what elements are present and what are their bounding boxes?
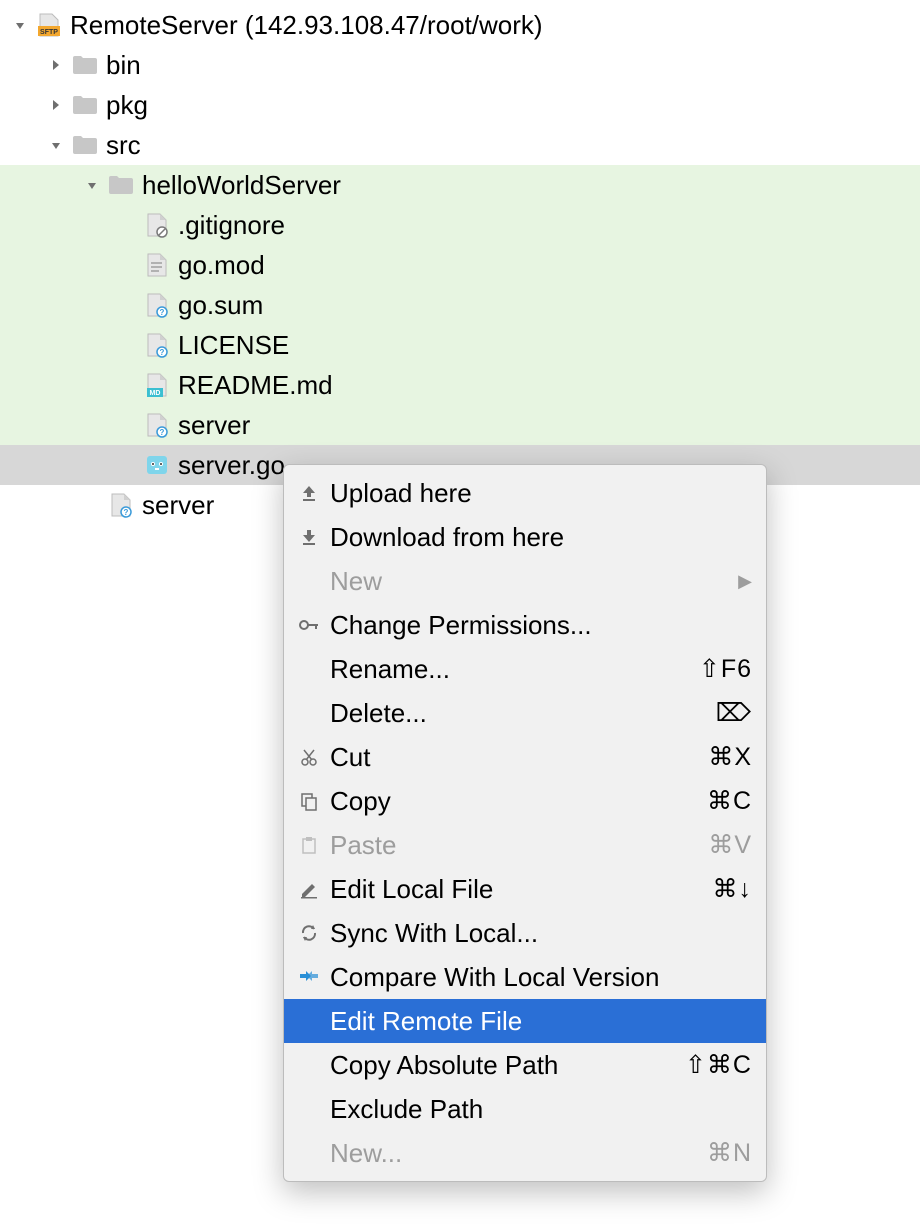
copy-icon xyxy=(294,791,324,811)
root-label: RemoteServer (142.93.108.47/root/work) xyxy=(70,10,543,41)
sync-icon xyxy=(294,923,324,943)
file-go-icon xyxy=(144,452,170,478)
menu-new: New ▶ xyxy=(284,559,766,603)
chevron-down-icon[interactable] xyxy=(10,15,30,35)
compare-icon xyxy=(294,967,324,987)
tree-item-readme[interactable]: README.md xyxy=(0,365,920,405)
edit-icon xyxy=(294,879,324,899)
tree-item-server-bin[interactable]: server xyxy=(0,405,920,445)
menu-edit-local-file[interactable]: Edit Local File ⌘↓ xyxy=(284,867,766,911)
folder-icon xyxy=(108,172,134,198)
shortcut: ⌘V xyxy=(708,830,752,860)
folder-icon xyxy=(72,132,98,158)
context-menu: Upload here Download from here New ▶ Cha… xyxy=(283,464,767,1182)
menu-cut[interactable]: Cut ⌘X xyxy=(284,735,766,779)
tree-item-bin[interactable]: bin xyxy=(0,45,920,85)
key-icon xyxy=(294,615,324,635)
shortcut: ⌦ xyxy=(716,698,752,728)
file-text-icon xyxy=(144,252,170,278)
shortcut: ⌘C xyxy=(707,786,752,816)
tree-item-gomod[interactable]: go.mod xyxy=(0,245,920,285)
menu-rename[interactable]: Rename... ⇧F6 xyxy=(284,647,766,691)
menu-edit-remote-file[interactable]: Edit Remote File xyxy=(284,999,766,1043)
chevron-right-icon[interactable] xyxy=(46,55,66,75)
tree-item-src[interactable]: src xyxy=(0,125,920,165)
paste-icon xyxy=(294,835,324,855)
file-unknown-icon xyxy=(144,412,170,438)
tree-item-license[interactable]: LICENSE xyxy=(0,325,920,365)
file-unknown-icon xyxy=(144,292,170,318)
menu-delete[interactable]: Delete... ⌦ xyxy=(284,691,766,735)
chevron-down-icon[interactable] xyxy=(46,135,66,155)
tree-item-gosum[interactable]: go.sum xyxy=(0,285,920,325)
chevron-right-icon[interactable] xyxy=(46,95,66,115)
menu-upload-here[interactable]: Upload here xyxy=(284,471,766,515)
submenu-arrow-icon: ▶ xyxy=(738,571,752,592)
folder-icon xyxy=(72,52,98,78)
tree-root[interactable]: RemoteServer (142.93.108.47/root/work) xyxy=(0,5,920,45)
sftp-icon xyxy=(36,12,62,38)
menu-download-from-here[interactable]: Download from here xyxy=(284,515,766,559)
menu-exclude-path[interactable]: Exclude Path xyxy=(284,1087,766,1131)
shortcut: ⌘N xyxy=(707,1138,752,1168)
folder-icon xyxy=(72,92,98,118)
download-icon xyxy=(294,527,324,547)
menu-sync-with-local[interactable]: Sync With Local... xyxy=(284,911,766,955)
tree-item-helloworldserver[interactable]: helloWorldServer xyxy=(0,165,920,205)
remote-tree: RemoteServer (142.93.108.47/root/work) b… xyxy=(0,0,920,525)
file-markdown-icon xyxy=(144,372,170,398)
upload-icon xyxy=(294,483,324,503)
file-unknown-icon xyxy=(108,492,134,518)
menu-new-file: New... ⌘N xyxy=(284,1131,766,1175)
file-unknown-icon xyxy=(144,332,170,358)
menu-copy[interactable]: Copy ⌘C xyxy=(284,779,766,823)
menu-copy-absolute-path[interactable]: Copy Absolute Path ⇧⌘C xyxy=(284,1043,766,1087)
shortcut: ⇧F6 xyxy=(699,654,752,684)
shortcut: ⌘↓ xyxy=(713,874,753,904)
shortcut: ⇧⌘C xyxy=(685,1050,752,1080)
tree-item-pkg[interactable]: pkg xyxy=(0,85,920,125)
cut-icon xyxy=(294,747,324,767)
menu-compare-with-local[interactable]: Compare With Local Version xyxy=(284,955,766,999)
file-ignore-icon xyxy=(144,212,170,238)
chevron-down-icon[interactable] xyxy=(82,175,102,195)
menu-change-permissions[interactable]: Change Permissions... xyxy=(284,603,766,647)
tree-item-gitignore[interactable]: .gitignore xyxy=(0,205,920,245)
shortcut: ⌘X xyxy=(708,742,752,772)
menu-paste: Paste ⌘V xyxy=(284,823,766,867)
